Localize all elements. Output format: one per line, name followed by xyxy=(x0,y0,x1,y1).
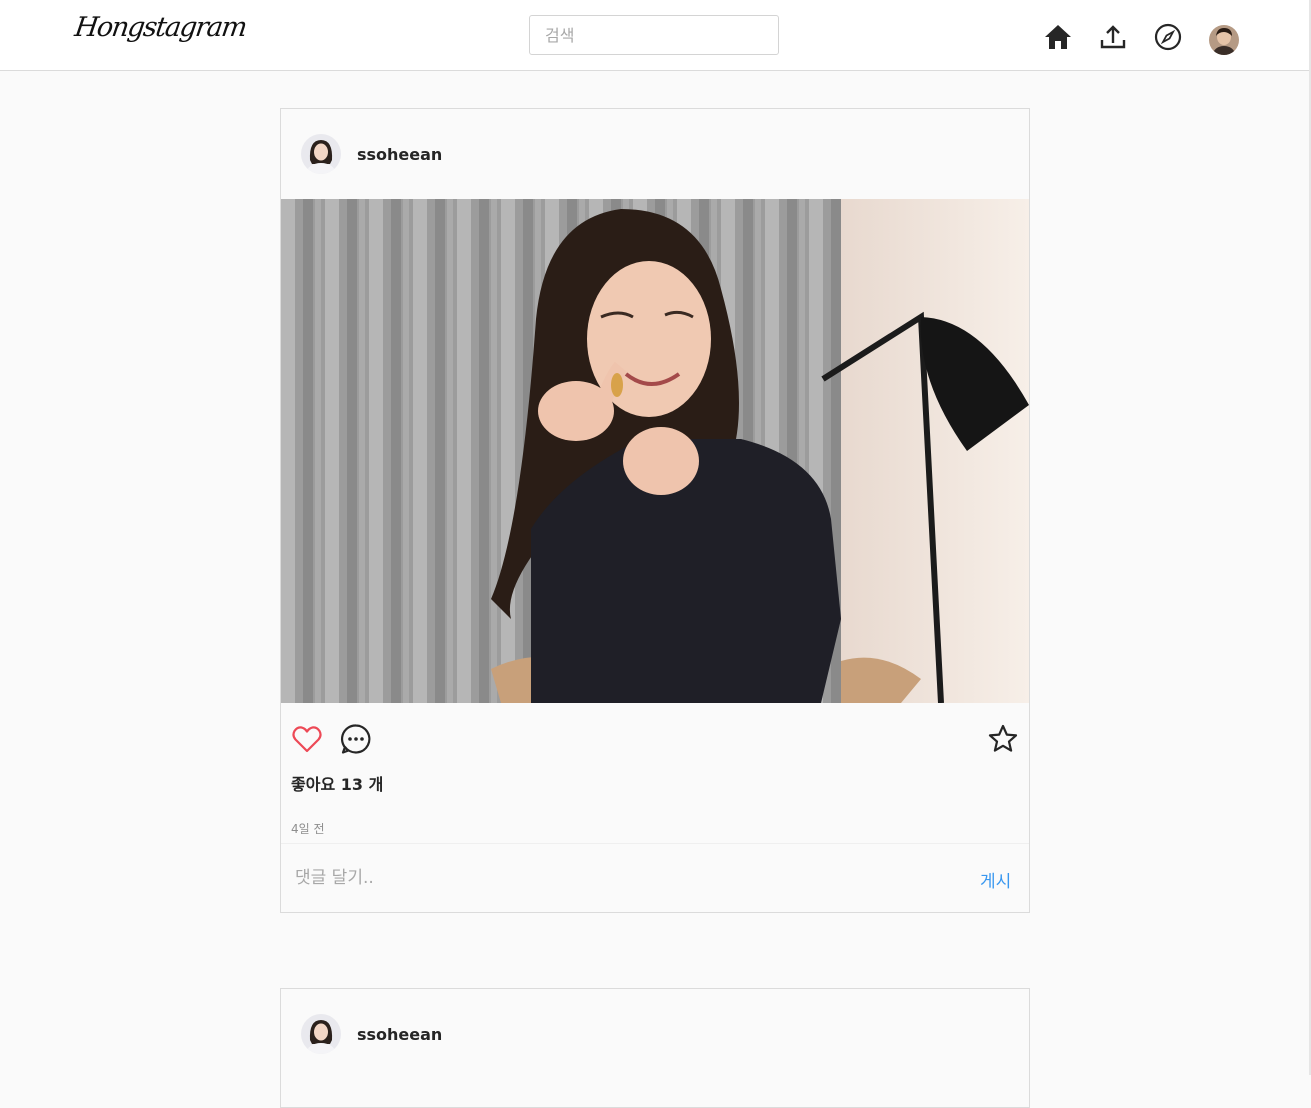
search-input[interactable] xyxy=(529,15,779,55)
post-timestamp: 4일 전 xyxy=(291,822,325,836)
post-comment-button[interactable]: 게시 xyxy=(980,867,1011,892)
post-author-username[interactable]: ssoheean xyxy=(357,1025,442,1044)
app-logo[interactable]: Hongstagram xyxy=(73,12,248,43)
home-icon[interactable] xyxy=(1043,22,1073,52)
upload-icon[interactable] xyxy=(1098,22,1128,52)
post-header: ssoheean xyxy=(281,989,1029,1080)
post-author-avatar[interactable] xyxy=(301,134,341,174)
feed-post: ssoheean xyxy=(280,108,1030,913)
comment-input[interactable] xyxy=(295,862,935,894)
explore-compass-icon[interactable] xyxy=(1153,22,1183,52)
top-nav-bar: Hongstagram xyxy=(0,0,1311,71)
bookmark-star-icon[interactable] xyxy=(987,723,1019,755)
profile-avatar[interactable] xyxy=(1209,25,1239,55)
heart-icon[interactable] xyxy=(291,723,323,755)
comment-divider xyxy=(281,843,1029,844)
post-header: ssoheean xyxy=(281,109,1029,200)
post-photo[interactable] xyxy=(281,199,1029,703)
likes-count[interactable]: 좋아요 13 개 xyxy=(291,771,383,795)
post-author-username[interactable]: ssoheean xyxy=(357,145,442,164)
post-author-avatar[interactable] xyxy=(301,1014,341,1054)
comment-icon[interactable] xyxy=(340,723,372,755)
post-actions xyxy=(281,723,1029,757)
feed-post: ssoheean xyxy=(280,988,1030,1108)
